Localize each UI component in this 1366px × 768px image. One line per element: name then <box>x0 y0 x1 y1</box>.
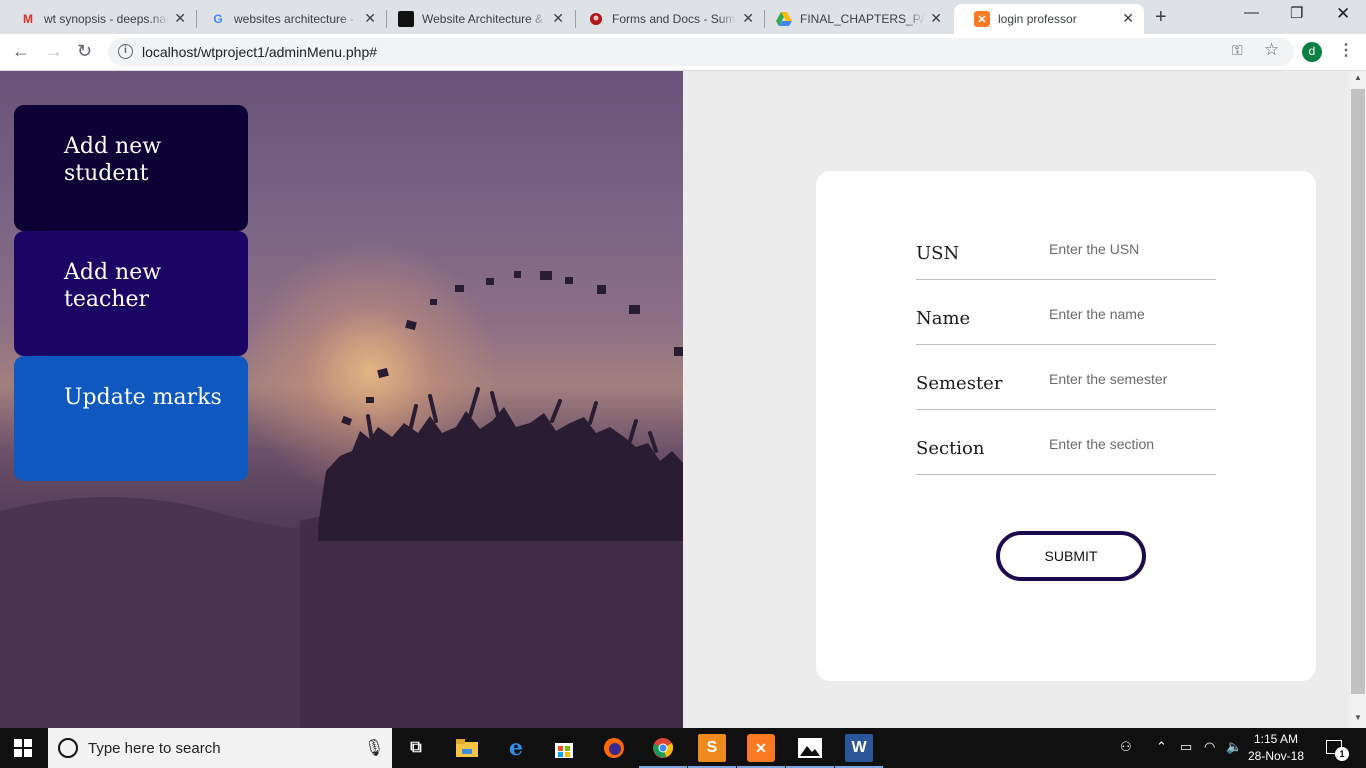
photos-icon[interactable] <box>786 734 834 768</box>
edge-icon[interactable]: e <box>502 734 530 762</box>
browser-toolbar: ← → ↻ i localhost/wtproject1/adminMenu.p… <box>0 34 1366 71</box>
key-icon[interactable]: ⚿ <box>1232 42 1243 59</box>
microphone-icon[interactable]: 🎙 <box>364 738 384 758</box>
section-label: Section <box>916 438 985 459</box>
add-new-teacher-button[interactable]: Add new teacher <box>14 231 248 356</box>
profile-avatar[interactable]: d <box>1302 42 1322 62</box>
gmail-icon: M <box>23 12 33 26</box>
clock-time: 1:15 AM <box>1253 732 1299 746</box>
windows-taskbar: Type here to search 🎙 ⧉ e S ✕ W ⚇ ⌃ ▭ ◠ … <box>0 728 1366 768</box>
task-view-icon[interactable]: ⧉ <box>402 734 430 762</box>
url-text[interactable]: localhost/wtproject1/adminMenu.php# <box>142 44 377 60</box>
close-icon[interactable]: ✕ <box>930 10 942 27</box>
clock-date: 28-Nov-18 <box>1247 749 1305 763</box>
student-form-card: USN Name Semester Section SUBMIT <box>816 171 1316 681</box>
tab-google[interactable]: G websites architecture - ✕ <box>190 4 386 34</box>
action-center-icon[interactable]: 1 <box>1326 740 1349 761</box>
forms-icon <box>588 11 604 27</box>
section-input[interactable] <box>1049 436 1209 452</box>
name-input[interactable] <box>1049 306 1209 322</box>
close-window-icon[interactable]: ✕ <box>1336 4 1350 24</box>
chrome-icon[interactable] <box>639 734 687 768</box>
semester-row: Semester <box>916 345 1216 410</box>
xampp-icon[interactable]: ✕ <box>737 734 785 768</box>
taskbar-search-box[interactable]: Type here to search 🎙 <box>48 728 392 768</box>
forward-icon[interactable]: → <box>45 41 63 62</box>
sublime-text-icon[interactable]: S <box>688 734 736 768</box>
browser-tab-strip: M wt synopsis - deeps.nag ✕ G websites a… <box>0 0 1366 34</box>
minimize-icon[interactable]: — <box>1244 4 1259 21</box>
battery-icon[interactable]: ▭ <box>1180 739 1192 755</box>
back-icon[interactable]: ← <box>12 41 30 62</box>
tab-title: wt synopsis - deeps.nag <box>44 12 169 26</box>
new-tab-icon[interactable]: + <box>1155 6 1167 29</box>
word-icon[interactable]: W <box>835 734 883 768</box>
tab-title: websites architecture - <box>234 12 355 26</box>
graduation-background-image: Add new student Add new teacher Update m… <box>0 71 683 728</box>
close-icon[interactable]: ✕ <box>174 10 186 27</box>
kebab-menu-icon[interactable]: ⋮ <box>1338 40 1354 60</box>
update-marks-button[interactable]: Update marks <box>14 356 248 481</box>
submit-button[interactable]: SUBMIT <box>996 531 1146 581</box>
reload-icon[interactable]: ↻ <box>77 41 92 62</box>
page-scrollbar[interactable]: ▲ ▼ <box>1350 71 1366 728</box>
tab-website-architecture[interactable]: Website Architecture & ✕ <box>378 4 574 34</box>
windows-start-icon[interactable] <box>14 739 32 757</box>
section-row: Section <box>916 410 1216 475</box>
search-placeholder: Type here to search <box>88 740 221 757</box>
tab-title: FINAL_CHAPTERS_PAGE <box>800 12 925 26</box>
name-label: Name <box>916 308 971 329</box>
xampp-icon: ✕ <box>974 11 990 27</box>
tab-drive[interactable]: FINAL_CHAPTERS_PAGE ✕ <box>756 4 952 34</box>
semester-label: Semester <box>916 373 1003 394</box>
scrollbar-thumb[interactable] <box>1351 89 1365 694</box>
form-pane: USN Name Semester Section SUBMIT <box>683 71 1350 728</box>
tab-title: login professor <box>998 12 1077 26</box>
scroll-up-icon[interactable]: ▲ <box>1354 73 1362 82</box>
usn-row: USN <box>916 215 1216 280</box>
taskbar-clock[interactable]: 1:15 AM 28-Nov-18 <box>1240 731 1312 765</box>
tab-forms-docs[interactable]: Forms and Docs - Suma ✕ <box>568 4 764 34</box>
page-viewport: Add new student Add new teacher Update m… <box>0 71 1350 728</box>
tab-gmail[interactable]: M wt synopsis - deeps.nag ✕ <box>0 4 196 34</box>
usn-input[interactable] <box>1049 241 1209 257</box>
firefox-icon[interactable] <box>600 734 628 762</box>
semester-input[interactable] <box>1049 371 1209 387</box>
name-row: Name <box>916 280 1216 345</box>
tab-title: Forms and Docs - Suma <box>612 12 737 26</box>
show-hidden-icons-chevron-icon[interactable]: ⌃ <box>1156 739 1167 755</box>
scroll-down-icon[interactable]: ▼ <box>1354 713 1362 722</box>
people-icon[interactable]: ⚇ <box>1120 739 1132 755</box>
drive-icon <box>776 11 792 27</box>
cortana-icon <box>58 738 78 758</box>
tab-title: Website Architecture & <box>422 12 544 26</box>
close-icon[interactable]: ✕ <box>364 10 376 27</box>
restore-icon[interactable]: ❐ <box>1290 4 1303 22</box>
notification-count-badge: 1 <box>1335 747 1349 761</box>
google-icon: G <box>213 12 223 26</box>
file-explorer-icon[interactable] <box>453 734 481 762</box>
wifi-icon[interactable]: ◠ <box>1204 739 1215 755</box>
usn-label: USN <box>916 243 960 264</box>
bookmark-star-icon[interactable]: ☆ <box>1264 40 1279 60</box>
store-icon[interactable] <box>550 734 578 762</box>
close-icon[interactable]: ✕ <box>552 10 564 27</box>
address-bar[interactable]: i localhost/wtproject1/adminMenu.php# ⚿ … <box>108 38 1294 66</box>
tab-login-professor[interactable]: ✕ login professor ✕ <box>954 4 1144 34</box>
close-icon[interactable]: ✕ <box>1122 10 1134 27</box>
close-icon[interactable]: ✕ <box>742 10 754 27</box>
site-icon <box>398 11 414 27</box>
add-new-student-button[interactable]: Add new student <box>14 105 248 231</box>
info-icon[interactable]: i <box>118 44 133 59</box>
